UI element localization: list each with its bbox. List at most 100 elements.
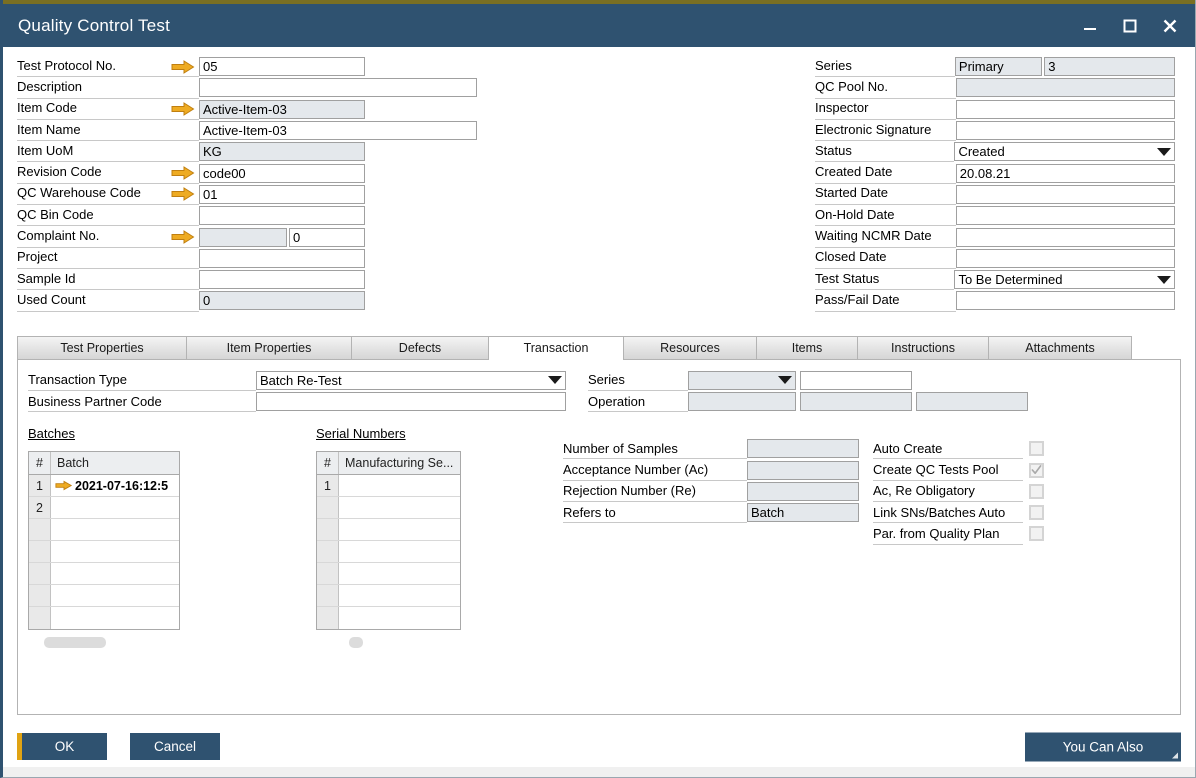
field-value[interactable]: [956, 185, 1175, 204]
serials-grid[interactable]: # Manufacturing Se... 1: [316, 451, 461, 630]
tab-item-properties[interactable]: Item Properties: [186, 336, 352, 359]
link-arrow-icon[interactable]: [171, 166, 195, 180]
series-number-input[interactable]: [800, 371, 912, 390]
serials-scroll-thumb[interactable]: [349, 637, 363, 648]
link-arrow-icon[interactable]: [171, 60, 195, 74]
manufacturing-serial-cell[interactable]: [339, 607, 460, 629]
batch-cell[interactable]: 2021-07-16:12:5: [51, 475, 179, 496]
checkbox-auto-create[interactable]: [1029, 441, 1044, 456]
field-value: [956, 78, 1175, 97]
field-value[interactable]: [199, 78, 477, 97]
operation-field-1: [688, 392, 796, 411]
table-row[interactable]: [29, 585, 179, 607]
checkbox-par-from-quality-plan[interactable]: [1029, 526, 1044, 541]
tab-items[interactable]: Items: [756, 336, 858, 359]
field-value[interactable]: [956, 249, 1175, 268]
field-value[interactable]: 01: [199, 185, 365, 204]
field-label: QC Bin Code: [17, 205, 199, 226]
table-row[interactable]: 2: [29, 497, 179, 519]
link-arrow-icon[interactable]: [171, 230, 195, 244]
field-value[interactable]: code00: [199, 164, 365, 183]
batches-col-num: #: [29, 452, 51, 474]
table-row[interactable]: [317, 519, 460, 541]
serials-col-mfg: Manufacturing Se...: [339, 452, 460, 474]
batch-cell[interactable]: [51, 497, 179, 518]
header-field-row: QC Warehouse Code01: [17, 184, 517, 205]
table-row[interactable]: [317, 497, 460, 519]
manufacturing-serial-cell[interactable]: [339, 475, 460, 496]
you-can-also-button[interactable]: You Can Also: [1025, 732, 1181, 761]
checkbox-create-qc-tests-pool[interactable]: [1029, 463, 1044, 478]
link-arrow-icon[interactable]: [171, 187, 195, 201]
batches-title: Batches: [28, 426, 75, 441]
tab-transaction[interactable]: Transaction: [488, 336, 624, 360]
table-row[interactable]: 1: [317, 475, 460, 497]
field-value[interactable]: 05: [199, 57, 365, 76]
batches-grid[interactable]: # Batch 12021-07-16:12:52: [28, 451, 180, 630]
table-row[interactable]: [317, 541, 460, 563]
checkbox-ac-re-obligatory[interactable]: [1029, 484, 1044, 499]
batch-cell[interactable]: [51, 563, 179, 584]
close-icon[interactable]: [1155, 11, 1185, 41]
maximize-icon[interactable]: [1115, 11, 1145, 41]
manufacturing-serial-cell[interactable]: [339, 519, 460, 540]
field-value[interactable]: [199, 206, 365, 225]
operation-field-3: [916, 392, 1028, 411]
ok-button[interactable]: OK: [17, 733, 107, 760]
tab-defects[interactable]: Defects: [351, 336, 489, 359]
batches-scroll-thumb[interactable]: [44, 637, 106, 648]
table-row[interactable]: [317, 563, 460, 585]
table-row[interactable]: [29, 519, 179, 541]
minimize-icon[interactable]: [1075, 11, 1105, 41]
tab-test-properties[interactable]: Test Properties: [17, 336, 187, 359]
tab-attachments[interactable]: Attachments: [988, 336, 1132, 359]
cancel-button[interactable]: Cancel: [130, 733, 220, 760]
serials-hscrollbar[interactable]: [316, 637, 461, 648]
field-value[interactable]: [199, 249, 365, 268]
field-value[interactable]: [956, 228, 1175, 247]
batches-hscrollbar[interactable]: [28, 637, 180, 648]
chevron-down-icon: [548, 376, 562, 384]
field-value[interactable]: [956, 100, 1175, 119]
field-value[interactable]: [956, 291, 1175, 310]
batch-value: 2021-07-16:12:5: [75, 479, 168, 493]
batch-cell[interactable]: [51, 519, 179, 540]
field-select[interactable]: To Be Determined: [954, 270, 1175, 289]
field-value[interactable]: [199, 270, 365, 289]
header-field-row: SeriesPrimary3: [815, 56, 1175, 77]
link-arrow-icon[interactable]: [171, 102, 195, 116]
table-row[interactable]: [317, 607, 460, 629]
header-field-row: Used Count0: [17, 290, 517, 311]
manufacturing-serial-cell[interactable]: [339, 585, 460, 606]
header-field-row: Test Protocol No.05: [17, 56, 517, 77]
field-value[interactable]: 20.08.21: [956, 164, 1175, 183]
tab-instructions[interactable]: Instructions: [857, 336, 989, 359]
manufacturing-serial-cell[interactable]: [339, 497, 460, 518]
samples-and-options: Number of SamplesAcceptance Number (Ac)R…: [563, 426, 1044, 544]
field-value-secondary[interactable]: 0: [289, 228, 365, 247]
transaction-type-select[interactable]: Batch Re-Test: [256, 371, 566, 390]
field-value[interactable]: [956, 121, 1175, 140]
table-row[interactable]: [317, 585, 460, 607]
batch-cell[interactable]: [51, 541, 179, 562]
field-value[interactable]: Active-Item-03: [199, 121, 477, 140]
checkbox-link-sns-batches-auto[interactable]: [1029, 505, 1044, 520]
series-select[interactable]: [688, 371, 796, 390]
field-value[interactable]: [956, 206, 1175, 225]
serials-col-num: #: [317, 452, 339, 474]
manufacturing-serial-cell[interactable]: [339, 563, 460, 584]
table-row[interactable]: 12021-07-16:12:5: [29, 475, 179, 497]
batch-cell[interactable]: [51, 607, 179, 629]
manufacturing-serial-cell[interactable]: [339, 541, 460, 562]
table-row[interactable]: [29, 563, 179, 585]
row-link-arrow-icon[interactable]: [55, 480, 75, 491]
header-right-column: SeriesPrimary3QC Pool No.InspectorElectr…: [815, 56, 1175, 312]
tab-resources[interactable]: Resources: [623, 336, 757, 359]
business-partner-input[interactable]: [256, 392, 566, 411]
batch-cell[interactable]: [51, 585, 179, 606]
field-select[interactable]: Created: [954, 142, 1175, 161]
field-label: Item Name: [17, 120, 199, 141]
header-field-row: Electronic Signature: [815, 120, 1175, 141]
table-row[interactable]: [29, 607, 179, 629]
table-row[interactable]: [29, 541, 179, 563]
